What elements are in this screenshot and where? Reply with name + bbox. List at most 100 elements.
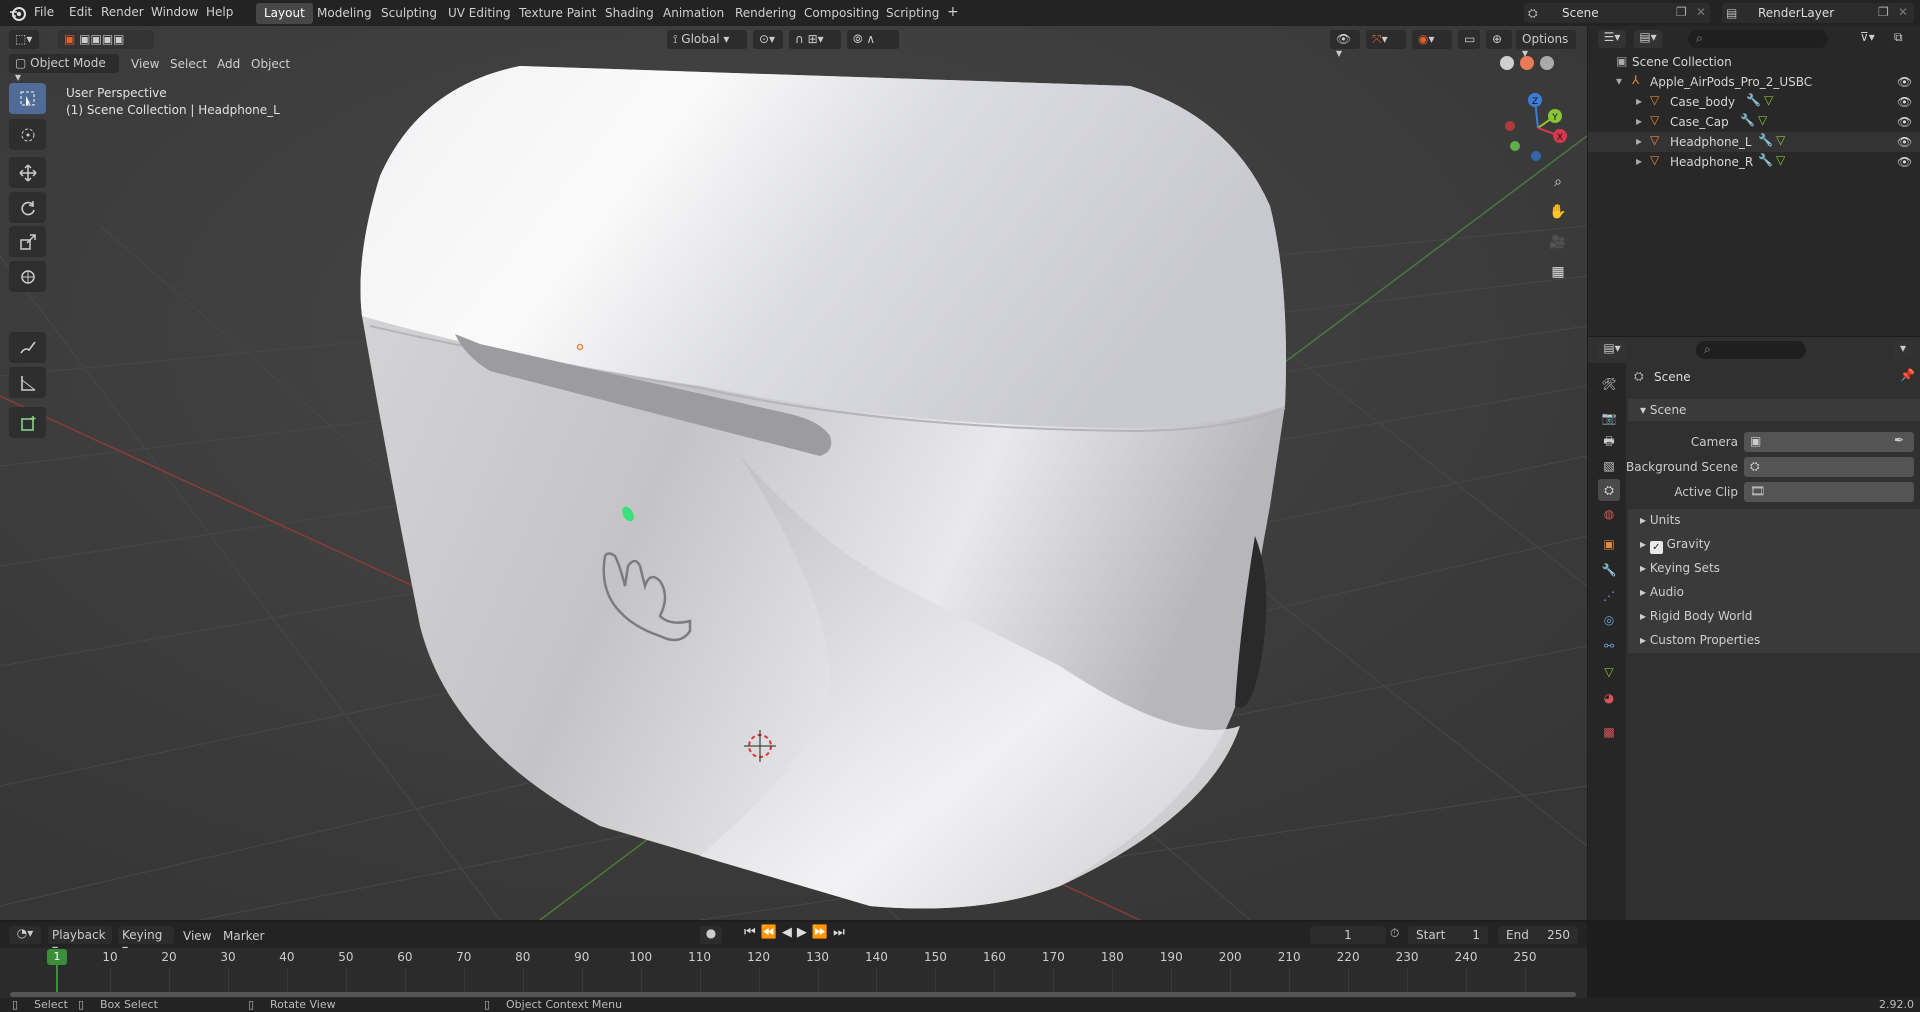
tab-data[interactable]: ▽ — [1598, 661, 1620, 683]
object-mode-dropdown[interactable]: ▢ Object Mode ▾ — [9, 54, 119, 84]
outliner-object-row[interactable]: ▸ ▽ Case_Cap 🔧 ▽ 👁 — [1588, 112, 1920, 132]
expand-arrow-icon[interactable]: ▸ — [1636, 154, 1642, 168]
tab-object[interactable]: ▣ — [1598, 533, 1620, 555]
start-frame-field[interactable]: Start 1 — [1408, 926, 1488, 944]
pin-icon[interactable]: 📌 — [1900, 368, 1915, 382]
keying-sets-panel[interactable]: ▸ Keying Sets — [1628, 557, 1920, 581]
camera-view-button[interactable]: 🎥 — [1544, 228, 1572, 256]
units-panel[interactable]: ▸ Units — [1628, 509, 1920, 533]
expand-arrow-icon[interactable]: ▸ — [1636, 134, 1642, 148]
eye-icon[interactable]: 👁 — [1897, 115, 1913, 129]
tab-texture-paint[interactable]: Texture Paint — [511, 3, 604, 24]
outliner-object-row[interactable]: ▸ ▽ Case_body 🔧 ▽ 👁 — [1588, 92, 1920, 112]
viewport-menu-select[interactable]: Select — [170, 57, 207, 71]
expand-arrow-icon[interactable]: ▸ — [1636, 94, 1642, 108]
copy-icon[interactable]: ❐ — [1878, 5, 1889, 19]
tab-view-layer[interactable]: ▧ — [1598, 455, 1620, 477]
gravity-checkbox[interactable]: ✓ — [1649, 541, 1663, 554]
tab-sculpting[interactable]: Sculpting — [373, 3, 445, 24]
tab-tool[interactable]: 🛠 — [1598, 373, 1620, 395]
shading-wireframe-button[interactable]: ⊕ — [1486, 30, 1512, 49]
renderlayer-selector[interactable]: ▤ RenderLayer ❐ ✕ — [1722, 3, 1914, 23]
eyedropper-icon[interactable]: ✒ — [1894, 433, 1904, 447]
viewport-menu-object[interactable]: Object — [251, 57, 290, 71]
close-icon[interactable]: ✕ — [1898, 5, 1908, 19]
pan-button[interactable]: ✋ — [1544, 198, 1572, 226]
playback-dropdown[interactable]: Playback ▾ — [48, 926, 112, 956]
transform-tool[interactable] — [9, 261, 46, 292]
move-tool[interactable] — [9, 157, 46, 188]
transform-orientation-dropdown[interactable]: ⟟ Global ▾ — [667, 30, 747, 49]
tab-modeling[interactable]: Modeling — [309, 3, 380, 24]
outliner-object-row-selected[interactable]: ▸ ▽ Headphone_L 🔧 ▽ 👁 — [1588, 132, 1920, 152]
add-cube-tool[interactable] — [9, 407, 46, 438]
menu-render[interactable]: Render — [101, 5, 144, 19]
expand-arrow-icon[interactable]: ▾ — [1616, 74, 1622, 88]
gravity-panel[interactable]: ▸ ✓ Gravity — [1628, 533, 1920, 557]
visibility-dropdown[interactable]: 👁▾ — [1330, 30, 1360, 60]
tab-scripting[interactable]: Scripting — [878, 3, 947, 24]
editor-type-button[interactable]: ⬚▾ — [9, 30, 39, 49]
menu-window[interactable]: Window — [151, 5, 198, 19]
tab-constraints[interactable]: ⚯ — [1598, 635, 1620, 657]
tab-rendering[interactable]: Rendering — [727, 3, 804, 24]
timeline-scrollbar[interactable] — [10, 992, 1576, 997]
active-clip-field[interactable]: 🎞 — [1744, 482, 1914, 502]
viewport-menu-view[interactable]: View — [131, 57, 159, 71]
cursor-tool[interactable] — [9, 119, 46, 150]
options-dropdown[interactable]: Options ▾ — [1516, 30, 1576, 60]
shading-solid-button[interactable] — [1500, 56, 1514, 70]
eye-icon[interactable]: 👁 — [1897, 135, 1913, 149]
gizmo-toggle[interactable]: ⤧▾ — [1366, 30, 1406, 49]
tab-layout[interactable]: Layout — [256, 3, 313, 24]
outliner-scene-collection[interactable]: ▣ Scene Collection — [1588, 52, 1920, 72]
3d-viewport[interactable]: User Perspective (1) Scene Collection | … — [0, 26, 1587, 920]
stopwatch-icon[interactable]: ⏱ — [1390, 926, 1399, 941]
scene-selector[interactable]: ⛭ Scene ❐ ✕ — [1524, 3, 1710, 23]
close-icon[interactable]: ✕ — [1696, 5, 1706, 19]
eye-icon[interactable]: 👁 — [1897, 155, 1913, 169]
timeline-editor-type-button[interactable]: ◔▾ — [9, 926, 41, 944]
select-box-tool[interactable] — [9, 83, 46, 114]
record-button[interactable]: ● — [700, 926, 722, 944]
properties-editor-type-button[interactable]: ▤▾ — [1598, 341, 1626, 359]
eye-icon[interactable]: 👁 — [1897, 75, 1913, 89]
timeline-ruler[interactable]: 10 20 30 40 50 60 70 80 90 100 110 120 130 140 150 160 1… — [0, 948, 1587, 998]
new-collection-button[interactable]: ⧉ — [1894, 30, 1914, 48]
current-frame-field[interactable]: 1 — [1310, 926, 1386, 944]
blender-logo-icon[interactable] — [9, 4, 27, 22]
ortho-toggle-button[interactable]: ▦ — [1544, 258, 1572, 286]
select-mode-buttons[interactable]: ▣ ▣▣▣▣ — [58, 30, 154, 49]
navigation-gizmo[interactable]: Z Y X — [1498, 88, 1578, 168]
tab-modifiers[interactable]: 🔧 — [1598, 559, 1620, 581]
background-scene-field[interactable]: ⛭ — [1744, 457, 1914, 477]
outliner-display-mode-button[interactable]: ▤▾ — [1634, 30, 1662, 48]
playback-controls[interactable]: ⏮⏪◀▶⏩⏭ — [744, 925, 864, 943]
custom-properties-panel[interactable]: ▸ Custom Properties — [1628, 629, 1920, 653]
copy-icon[interactable]: ❐ — [1676, 5, 1687, 19]
proportional-edit-toggle[interactable]: ⦾ ∧ — [847, 30, 899, 49]
scene-panel-header[interactable]: ▾ Scene — [1628, 399, 1920, 421]
keying-dropdown[interactable]: Keying ▾ — [118, 926, 174, 956]
audio-panel[interactable]: ▸ Audio — [1628, 581, 1920, 605]
tab-world[interactable]: ◍ — [1598, 503, 1620, 525]
playhead[interactable]: 1 — [47, 949, 67, 965]
tab-material[interactable]: ◕ — [1598, 687, 1620, 709]
tab-render[interactable]: 📷 — [1598, 407, 1620, 429]
rotate-tool[interactable] — [9, 192, 46, 223]
scale-tool[interactable] — [9, 226, 46, 257]
annotate-tool[interactable] — [9, 332, 46, 363]
properties-search-input[interactable]: ⌕ — [1696, 341, 1806, 359]
pivot-dropdown[interactable]: ⊙▾ — [753, 30, 783, 49]
outliner-collection-row[interactable]: ▾ ⅄ Apple_AirPods_Pro_2_USBC 👁 — [1588, 72, 1920, 92]
tab-texture[interactable]: ▩ — [1598, 721, 1620, 743]
xray-toggle[interactable]: ▭ — [1458, 30, 1480, 49]
snap-toggle[interactable]: ∩ ⊞▾ — [789, 30, 841, 49]
add-workspace-button[interactable]: + — [939, 1, 967, 22]
rigid-body-world-panel[interactable]: ▸ Rigid Body World — [1628, 605, 1920, 629]
expand-arrow-icon[interactable]: ▸ — [1636, 114, 1642, 128]
timeline-menu-view[interactable]: View — [183, 929, 211, 943]
shading-rendered-button[interactable] — [1540, 56, 1554, 70]
overlay-toggle[interactable]: ◉▾ — [1412, 30, 1452, 49]
measure-tool[interactable] — [9, 367, 46, 398]
